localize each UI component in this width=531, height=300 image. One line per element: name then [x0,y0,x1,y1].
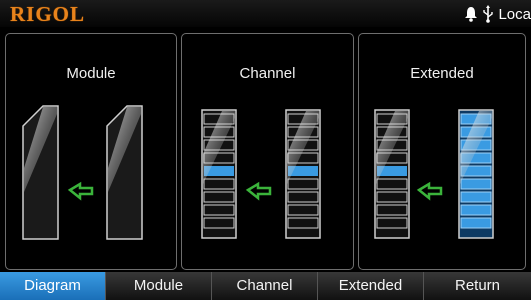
status-area: Loca [464,4,531,24]
panel-extended: Extended [358,33,526,270]
arrow-icon [67,181,94,201]
extended-rack-right [458,109,494,239]
module-block-left [22,105,59,240]
module-diagram [22,105,143,240]
extended-rack-left [374,109,410,239]
arrow-icon [416,181,443,201]
panel-module: Module [5,33,177,270]
rigol-logo: RIGOL [10,2,86,26]
channel-rack-right [285,109,321,239]
menu-return[interactable]: Return [424,272,531,300]
usb-icon [482,5,494,23]
menu-extended[interactable]: Extended [318,272,424,300]
channel-rack-left [201,109,237,239]
menu-module[interactable]: Module [106,272,212,300]
remote-local-status: Loca [498,5,531,23]
softkey-menu: Diagram Module Channel Extended Return [0,272,531,300]
bell-icon [464,6,478,22]
menu-diagram[interactable]: Diagram [0,272,106,300]
channel-diagram [201,109,321,239]
arrow-icon [245,181,272,201]
top-status-bar: RIGOL Loca [0,0,531,27]
module-block-right [106,105,143,240]
menu-channel[interactable]: Channel [212,272,318,300]
panel-channel: Channel [181,33,354,270]
extended-diagram [374,109,494,239]
